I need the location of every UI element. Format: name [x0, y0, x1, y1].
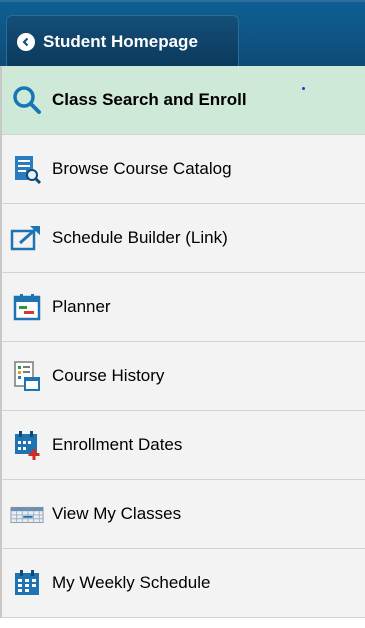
header-bar: Student Homepage: [0, 0, 365, 67]
planner-icon: [10, 290, 44, 324]
sidebar-nav: Class Search and Enroll Browse Course Ca…: [0, 66, 365, 618]
nav-item-view-my-classes[interactable]: View My Classes: [2, 480, 365, 549]
student-homepage-label: Student Homepage: [43, 31, 198, 51]
nav-item-label: View My Classes: [52, 504, 182, 523]
chevron-left-icon: [17, 32, 35, 51]
nav-item-enrollment-dates[interactable]: Enrollment Dates: [2, 411, 365, 480]
nav-item-label: Browse Course Catalog: [52, 159, 232, 178]
nav-item-label: Planner: [52, 297, 111, 316]
nav-item-label: Course History: [52, 366, 165, 385]
magnifier-icon: [10, 83, 44, 117]
nav-item-class-search[interactable]: Class Search and Enroll: [2, 66, 365, 135]
nav-item-label: Schedule Builder (Link): [52, 228, 228, 247]
nav-item-label: My Weekly Schedule: [52, 573, 211, 592]
catalog-search-icon: [10, 152, 44, 186]
nav-item-browse-course-catalog[interactable]: Browse Course Catalog: [2, 135, 365, 204]
nav-item-planner[interactable]: Planner: [2, 273, 365, 342]
calendar-add-icon: [10, 428, 44, 462]
stray-dot: [302, 87, 305, 90]
student-homepage-button[interactable]: Student Homepage: [6, 15, 239, 67]
external-link-icon: [10, 221, 44, 255]
nav-item-my-weekly-schedule[interactable]: My Weekly Schedule: [2, 549, 365, 618]
weekly-calendar-icon: [10, 566, 44, 600]
class-schedule-icon: [10, 497, 44, 531]
course-history-icon: [10, 359, 44, 393]
nav-item-course-history[interactable]: Course History: [2, 342, 365, 411]
nav-item-label: Class Search and Enroll: [52, 90, 247, 109]
nav-item-label: Enrollment Dates: [52, 435, 183, 454]
nav-item-schedule-builder[interactable]: Schedule Builder (Link): [2, 204, 365, 273]
